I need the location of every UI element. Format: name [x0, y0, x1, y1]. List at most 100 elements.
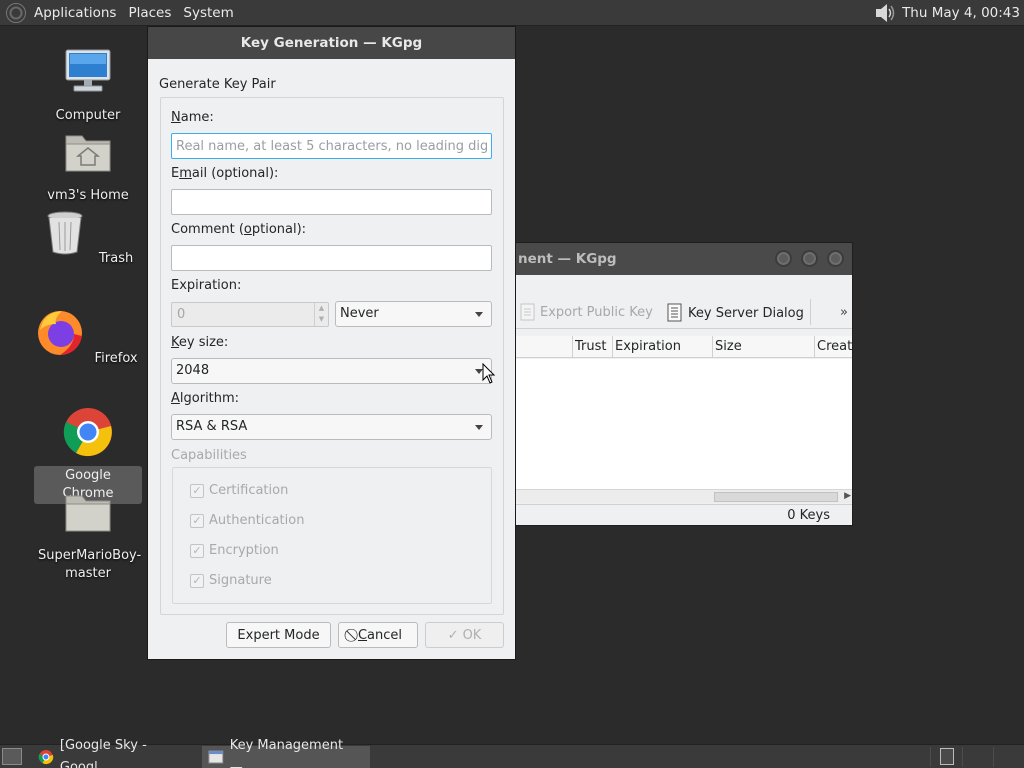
toolbar-overflow-button[interactable]: »	[840, 305, 848, 320]
capability-authentication[interactable]: ✓ Authentication	[190, 513, 304, 528]
window-icon	[208, 750, 224, 764]
column-size[interactable]: Size	[712, 336, 814, 358]
chrome-icon	[38, 750, 54, 765]
name-label: Name:	[171, 110, 214, 125]
expiration-spinbox[interactable]: 0 ▲ ▼	[171, 302, 329, 327]
computer-icon	[65, 49, 111, 92]
cancel-label: Cancel	[357, 627, 403, 643]
menu-system[interactable]: System	[177, 0, 239, 26]
column-creation[interactable]: Creati	[814, 336, 852, 358]
desktop-icon-computer[interactable]: Computer	[34, 46, 142, 126]
capabilities-label: Capabilities	[171, 448, 247, 463]
expert-mode-button[interactable]: Expert Mode	[226, 622, 331, 648]
show-desktop-icon[interactable]	[2, 748, 22, 765]
keysize-value: 2048	[176, 363, 210, 378]
panel-tray: Thu May 4, 00:43	[874, 0, 1020, 26]
capability-label: Signature	[209, 573, 272, 588]
key-management-window[interactable]: nent — KGpg Export Public Key Key Server…	[515, 242, 853, 526]
checkbox-checked-icon[interactable]: ✓	[190, 573, 204, 588]
desktop-icon-supermarioboy[interactable]: SuperMarioBoy-master	[34, 486, 142, 584]
algorithm-value: RSA & RSA	[176, 419, 248, 434]
comment-field[interactable]	[171, 245, 492, 271]
scroll-right-arrow-icon[interactable]: ▶	[844, 491, 851, 501]
desktop-icon-label: vm3's Home	[47, 188, 129, 203]
algorithm-select[interactable]: RSA & RSA	[171, 414, 492, 440]
capability-encryption[interactable]: ✓ Encryption	[190, 543, 279, 558]
window-titlebar[interactable]: nent — KGpg	[516, 243, 852, 275]
checkbox-checked-icon[interactable]: ✓	[190, 513, 204, 528]
distro-logo-icon[interactable]	[6, 2, 26, 23]
menu-places[interactable]: Places	[122, 0, 177, 26]
taskbar: [Google Sky - Googl... Key Management —.…	[0, 738, 1024, 768]
checkbox-checked-icon[interactable]: ✓	[190, 543, 204, 558]
capability-label: Authentication	[209, 513, 305, 528]
algorithm-label: Algorithm:	[171, 391, 240, 406]
window-controls	[775, 250, 844, 267]
desktop-icon-label: Trash	[98, 251, 134, 266]
keysize-select[interactable]: 2048	[171, 358, 492, 384]
key-server-icon	[667, 303, 682, 322]
spin-arrows-icon[interactable]: ▲ ▼	[314, 303, 328, 326]
export-public-key-label: Export Public Key	[540, 304, 653, 320]
email-label: Email (optional):	[171, 166, 279, 181]
maximize-button[interactable]	[801, 250, 818, 267]
scrollbar-thumb[interactable]	[714, 492, 838, 502]
checkmark-icon: ✓	[447, 627, 459, 643]
email-field[interactable]	[171, 189, 492, 215]
desktop-icon-home[interactable]: vm3's Home	[34, 126, 142, 206]
home-folder-icon	[65, 135, 111, 172]
expiration-unit-select[interactable]: Never	[335, 301, 492, 327]
keysize-label: Key size:	[171, 335, 229, 350]
desktop-icon-label: SuperMarioBoy-master	[38, 548, 142, 581]
menu-applications[interactable]: Applications	[28, 0, 122, 26]
top-panel: Applications Places System Thu May 4, 00…	[0, 0, 1024, 26]
workspace-switcher-icon[interactable]	[940, 748, 954, 765]
minimize-button[interactable]	[775, 250, 792, 267]
desktop-icon-trash[interactable]: Trash	[34, 206, 142, 269]
toolbar-separator	[810, 299, 811, 325]
task-google-sky[interactable]: [Google Sky - Googl...	[32, 738, 200, 768]
capability-label: Certification	[209, 483, 289, 498]
status-bar: 0 Keys	[516, 504, 852, 525]
desktop-icon-label: Firefox	[94, 351, 138, 366]
group-title: Generate Key Pair	[159, 77, 276, 92]
clock[interactable]: Thu May 4, 00:43	[902, 5, 1020, 21]
task-label: Key Management —...	[229, 738, 344, 768]
window-title: nent — KGpg	[518, 251, 617, 267]
export-public-key-button[interactable]: Export Public Key	[520, 303, 653, 321]
trash-icon	[47, 211, 83, 255]
expiration-label: Expiration:	[171, 278, 242, 293]
capabilities-group: ✓ Certification ✓ Authentication ✓ Encry…	[172, 467, 492, 604]
capability-signature[interactable]: ✓ Signature	[190, 573, 272, 588]
checkbox-checked-icon[interactable]: ✓	[190, 483, 204, 498]
expiration-unit-value: Never	[340, 306, 379, 321]
key-count: 0 Keys	[787, 508, 830, 523]
horizontal-scrollbar[interactable]: ▶	[516, 489, 852, 503]
column-expiration[interactable]: Expiration	[612, 336, 712, 358]
chrome-icon	[63, 408, 112, 457]
name-field[interactable]	[171, 133, 492, 159]
ok-button[interactable]: ✓ OK	[425, 622, 504, 648]
key-generation-dialog[interactable]: Key Generation — KGpg Generate Key Pair …	[147, 26, 516, 660]
expiration-number: 0	[177, 307, 186, 322]
capability-label: Encryption	[209, 543, 279, 558]
folder-icon	[65, 495, 111, 532]
dialog-titlebar[interactable]: Key Generation — KGpg	[148, 27, 515, 59]
column-trust[interactable]: Trust	[572, 336, 612, 358]
firefox-icon	[38, 311, 83, 355]
export-icon	[520, 303, 535, 321]
volume-icon[interactable]	[874, 2, 896, 24]
cancel-button[interactable]: ⃠ Cancel	[338, 622, 418, 648]
desktop-icon-firefox[interactable]: Firefox	[34, 306, 142, 369]
key-table-body[interactable]	[516, 359, 852, 489]
task-label: [Google Sky - Googl...	[59, 738, 147, 768]
desktop-icon-label: Computer	[55, 108, 121, 123]
key-server-dialog-button[interactable]: Key Server Dialog	[666, 303, 804, 323]
close-button[interactable]	[827, 250, 844, 267]
ok-label: OK	[462, 627, 482, 643]
task-key-management[interactable]: Key Management —...	[202, 738, 370, 768]
taskbar-separator	[962, 747, 963, 767]
panel-menu: Applications Places System	[0, 0, 240, 26]
key-server-dialog-label: Key Server Dialog	[688, 305, 804, 321]
capability-certification[interactable]: ✓ Certification	[190, 483, 288, 498]
